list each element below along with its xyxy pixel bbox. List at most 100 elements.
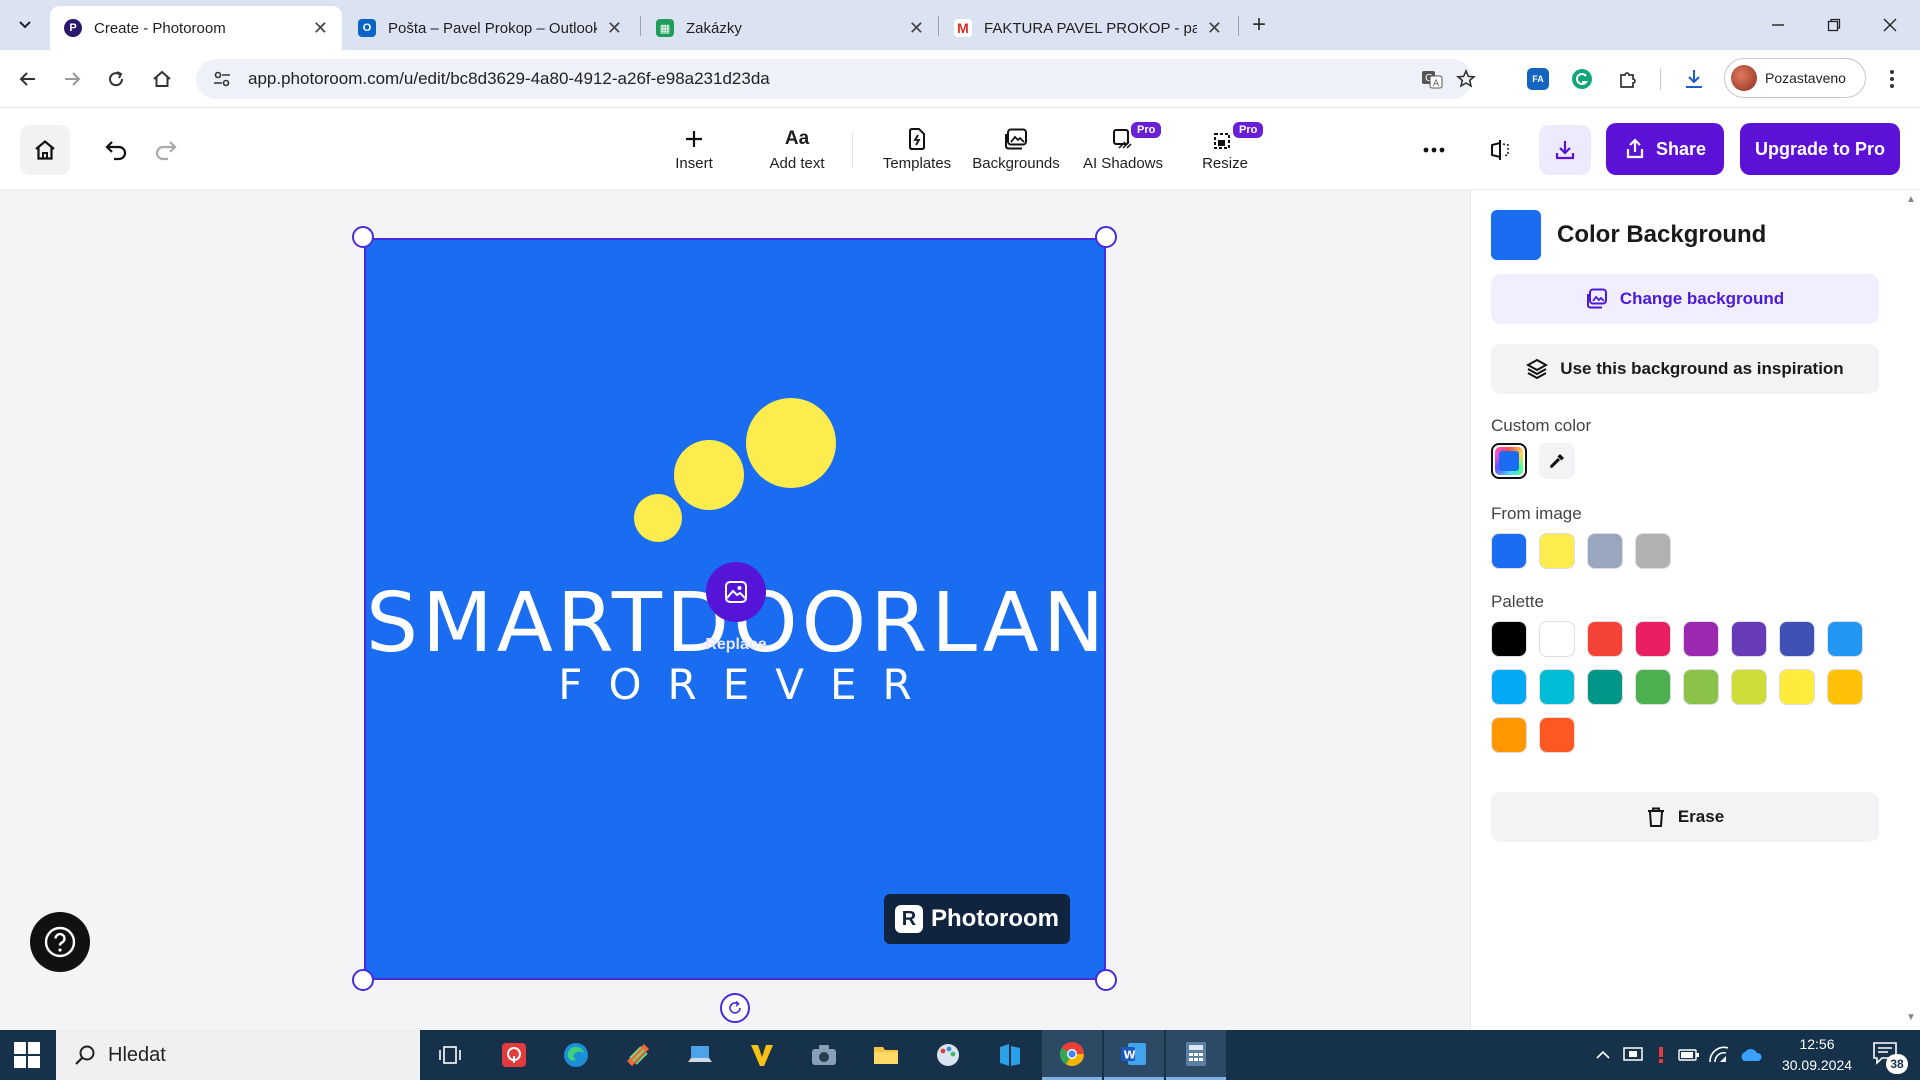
palette-swatch-3[interactable] [1587, 621, 1623, 657]
palette-swatch-5[interactable] [1683, 621, 1719, 657]
profile-chip[interactable]: Pozastaveno [1724, 58, 1866, 98]
resize-handle-top-left[interactable] [352, 226, 374, 248]
add-text-tool[interactable]: Aa Add text [760, 126, 834, 178]
grammarly-extension-icon[interactable] [1566, 63, 1598, 95]
templates-tool[interactable]: Templates [868, 126, 966, 178]
translate-icon[interactable]: GA [1418, 65, 1446, 93]
onedrive-cloud-icon[interactable] [1736, 1030, 1766, 1080]
undo-button[interactable] [96, 130, 136, 170]
palette-swatch-4[interactable] [1635, 621, 1671, 657]
app-blue-n-icon[interactable] [980, 1030, 1040, 1080]
back-button[interactable] [12, 63, 44, 95]
replace-image-button[interactable] [706, 562, 766, 622]
palette-swatch-11[interactable] [1587, 669, 1623, 705]
palette-swatch-7[interactable] [1779, 621, 1815, 657]
palette-swatch-9[interactable] [1491, 669, 1527, 705]
palette-swatch-16[interactable] [1827, 669, 1863, 705]
app-stripes-icon[interactable] [608, 1030, 668, 1080]
scroll-up-icon[interactable]: ▲ [1906, 194, 1916, 205]
palette-swatch-18[interactable] [1539, 717, 1575, 753]
palette-swatch-1[interactable] [1491, 621, 1527, 657]
browser-menu-button[interactable] [1876, 63, 1908, 95]
erase-button[interactable]: Erase [1491, 792, 1879, 842]
word-app-icon[interactable]: W [1104, 1030, 1164, 1080]
tab-photoroom[interactable]: P Create - Photoroom ✕ [50, 6, 342, 50]
calculator-app-icon[interactable] [1166, 1030, 1226, 1080]
close-icon[interactable]: ✕ [1207, 18, 1222, 39]
resize-handle-bottom-left[interactable] [352, 969, 374, 991]
palette-swatch-10[interactable] [1539, 669, 1575, 705]
fa-extension-icon[interactable]: FA [1522, 63, 1554, 95]
close-icon[interactable]: ✕ [607, 18, 622, 39]
app-laptop-icon[interactable] [670, 1030, 730, 1080]
tab-search-button[interactable] [10, 10, 40, 40]
forward-button[interactable] [56, 63, 88, 95]
home-button[interactable] [20, 125, 70, 175]
close-icon[interactable]: ✕ [909, 18, 924, 39]
palette-swatch-2[interactable] [1539, 621, 1575, 657]
bookmark-star-icon[interactable] [1452, 65, 1480, 93]
tray-display-icon[interactable] [1620, 1030, 1646, 1080]
app-podcast-icon[interactable] [484, 1030, 544, 1080]
close-icon[interactable]: ✕ [313, 18, 328, 39]
restore-button[interactable] [1808, 8, 1860, 42]
address-bar[interactable]: app.photoroom.com/u/edit/bc8d3629-4a80-4… [196, 59, 1476, 99]
more-options-button[interactable] [1414, 130, 1454, 170]
palette-swatch-17[interactable] [1491, 717, 1527, 753]
palette-swatch-13[interactable] [1683, 669, 1719, 705]
palette-swatch-8[interactable] [1827, 621, 1863, 657]
app-vivaldi-icon[interactable] [732, 1030, 792, 1080]
canvas-workspace[interactable]: SMARTDOORLAND FOREVER Replace R Photoroo… [0, 190, 1470, 1030]
custom-color-picker[interactable] [1491, 443, 1527, 479]
url-text[interactable]: app.photoroom.com/u/edit/bc8d3629-4a80-4… [248, 69, 770, 89]
photoroom-watermark[interactable]: R Photoroom [884, 894, 1070, 944]
site-settings-icon[interactable] [212, 69, 232, 89]
downloads-icon[interactable] [1678, 63, 1710, 95]
palette-swatch-6[interactable] [1731, 621, 1767, 657]
panel-scrollbar[interactable]: ▲ ▼ [1902, 190, 1920, 1030]
compare-button[interactable] [1480, 130, 1520, 170]
tab-gmail[interactable]: M FAKTURA PAVEL PROKOP - pav ✕ [940, 6, 1236, 50]
download-button[interactable] [1539, 125, 1591, 175]
file-explorer-icon[interactable] [856, 1030, 916, 1080]
close-window-button[interactable] [1864, 8, 1916, 42]
battery-icon[interactable] [1676, 1030, 1702, 1080]
use-as-inspiration-button[interactable]: Use this background as inspiration [1491, 344, 1879, 394]
taskbar-search[interactable]: Hledat [56, 1030, 420, 1080]
rotate-handle[interactable] [720, 993, 750, 1023]
palette-swatch-14[interactable] [1731, 669, 1767, 705]
scroll-down-icon[interactable]: ▼ [1906, 1012, 1916, 1023]
backgrounds-tool[interactable]: Backgrounds [968, 126, 1064, 178]
change-background-button[interactable]: Change background [1491, 274, 1879, 324]
show-hidden-icons-button[interactable] [1592, 1030, 1614, 1080]
insert-tool[interactable]: Insert [662, 126, 726, 178]
paint-app-icon[interactable] [918, 1030, 978, 1080]
new-tab-button[interactable]: + [1244, 10, 1274, 40]
home-browser-button[interactable] [146, 63, 178, 95]
from-image-swatch-3[interactable] [1587, 533, 1623, 569]
start-button[interactable] [12, 1040, 44, 1072]
tray-alert-icon[interactable] [1650, 1030, 1672, 1080]
camera-app-icon[interactable] [794, 1030, 854, 1080]
tab-zakazky[interactable]: ▦ Zakázky ✕ [642, 6, 938, 50]
from-image-swatch-4[interactable] [1635, 533, 1671, 569]
taskbar-clock[interactable]: 12:56 30.09.2024 [1772, 1034, 1862, 1076]
upgrade-to-pro-button[interactable]: Upgrade to Pro [1740, 123, 1900, 175]
share-button[interactable]: Share [1606, 123, 1724, 175]
redo-button[interactable] [146, 130, 186, 170]
notification-center-button[interactable]: 38 [1872, 1040, 1908, 1074]
resize-handle-bottom-right[interactable] [1095, 969, 1117, 991]
task-view-icon[interactable] [420, 1030, 480, 1080]
eyedropper-button[interactable] [1539, 443, 1575, 479]
reload-button[interactable] [100, 63, 132, 95]
wifi-icon[interactable] [1706, 1030, 1732, 1080]
resize-handle-top-right[interactable] [1095, 226, 1117, 248]
edge-browser-icon[interactable] [546, 1030, 606, 1080]
tab-outlook[interactable]: O Pošta – Pavel Prokop – Outlook ✕ [344, 6, 636, 50]
from-image-swatch-2[interactable] [1539, 533, 1575, 569]
from-image-swatch-1[interactable] [1491, 533, 1527, 569]
chrome-browser-icon[interactable] [1042, 1030, 1102, 1080]
extensions-puzzle-icon[interactable] [1612, 63, 1644, 95]
replace-label[interactable]: Replace [666, 636, 806, 654]
palette-swatch-12[interactable] [1635, 669, 1671, 705]
